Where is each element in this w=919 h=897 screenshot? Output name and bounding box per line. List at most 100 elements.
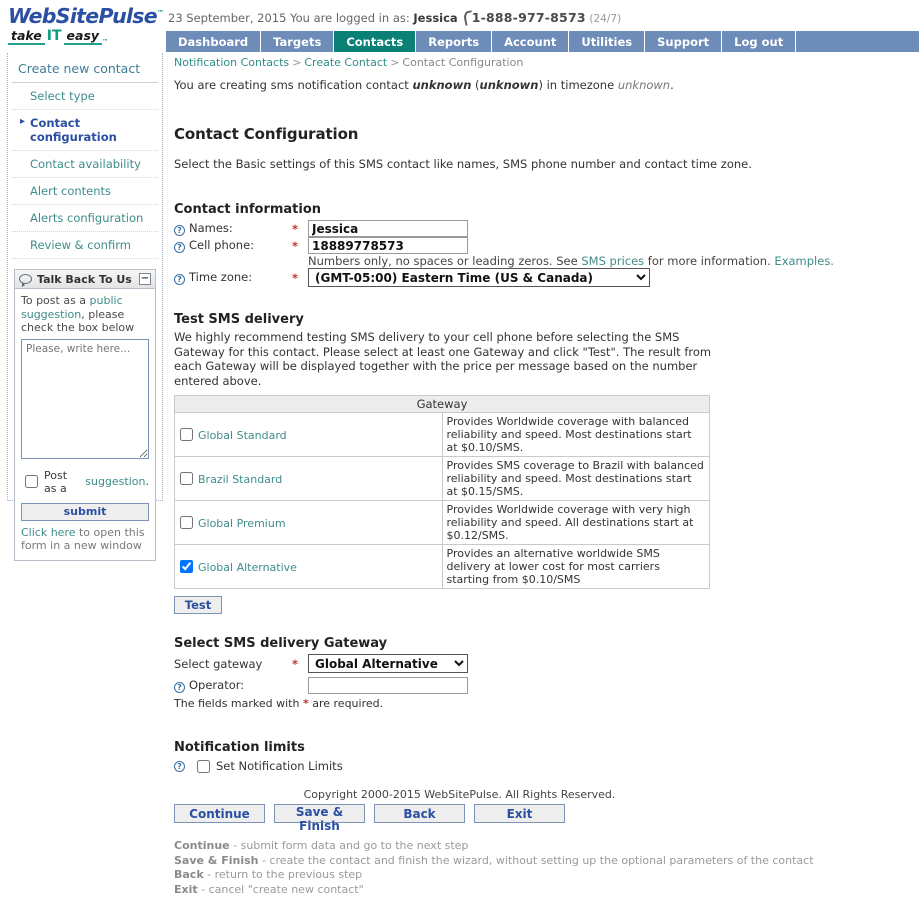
help-icon-names[interactable]: ? <box>174 225 185 236</box>
required-note-a: The fields marked with <box>174 697 303 710</box>
lead-part4: . <box>670 78 674 92</box>
tagline-it: IT <box>45 28 64 44</box>
page-title: Contact Configuration <box>174 125 914 143</box>
legend-term-continue: Continue <box>174 839 230 852</box>
set-notification-limits-label: Set Notification Limits <box>216 759 343 773</box>
post-as-suggestion-label: Post as a <box>44 469 82 495</box>
sidebar-step-select-type[interactable]: Select type <box>12 83 158 110</box>
breadcrumb-current: Contact Configuration <box>402 56 523 69</box>
talk-back-textarea[interactable] <box>21 339 149 459</box>
open-in-new-window-link[interactable]: Click here <box>21 526 76 539</box>
contact-information-form: ?Names: * ?Cell phone: * Numbers only, n… <box>174 220 834 287</box>
gateway-checkbox-global-premium[interactable] <box>180 516 193 529</box>
required-note-b: are required. <box>309 697 383 710</box>
gateway-name-global-alternative: Global Alternative <box>198 561 297 574</box>
brand-logo[interactable]: WebSitePulse™ takeITeasy™ <box>8 3 164 43</box>
notification-limits-heading: Notification limits <box>174 740 914 755</box>
header-session-info: 23 September, 2015 You are logged in as:… <box>168 10 621 25</box>
timezone-required-star: * <box>292 268 308 287</box>
set-notification-limits-checkbox[interactable] <box>197 760 210 773</box>
legend-term-exit: Exit <box>174 883 198 896</box>
names-input[interactable] <box>308 220 468 237</box>
gateway-name-global-premium: Global Premium <box>198 517 286 530</box>
suggestion-link[interactable]: suggestion <box>85 475 145 488</box>
legend-item: Back - return to the previous step <box>174 868 914 883</box>
gateway-checkbox-brazil-standard[interactable] <box>180 472 193 485</box>
timezone-label: Time zone: <box>189 270 252 284</box>
help-icon-cell-phone[interactable]: ? <box>174 242 185 253</box>
nav-item-account[interactable]: Account <box>492 31 569 52</box>
brand-name: WebSitePulse <box>8 4 157 28</box>
gateway-select[interactable]: Global Alternative <box>308 654 468 673</box>
speech-bubble-icon <box>19 274 32 284</box>
sidebar-step-alerts-configuration[interactable]: Alerts configuration <box>12 205 158 232</box>
talk-back-submit-button[interactable]: submit <box>21 503 149 521</box>
timezone-select[interactable]: (GMT-05:00) Eastern Time (US & Canada) <box>308 268 650 287</box>
names-label: Names: <box>189 221 233 235</box>
test-button[interactable]: Test <box>174 596 222 614</box>
tagline-easy: easy <box>64 28 103 45</box>
sidebar-step-contact-availability[interactable]: Contact availability <box>12 151 158 178</box>
wizard-button-row: Continue Save & Finish Back Exit <box>174 804 914 823</box>
operator-input[interactable] <box>308 677 468 694</box>
lead-part2: ( <box>471 78 479 92</box>
nav-item-utilities[interactable]: Utilities <box>569 31 645 52</box>
table-row: Global Premium Provides Worldwide covera… <box>175 501 710 545</box>
page-subtitle: Select the Basic settings of this SMS co… <box>174 157 914 171</box>
help-icon-operator[interactable]: ? <box>174 682 185 693</box>
talk-back-footer: Click here to open this form in a new wi… <box>21 526 149 553</box>
gateway-description-global-standard: Provides Worldwide coverage with balance… <box>442 413 710 457</box>
support-phone: 1-888-977-8573 <box>472 10 586 25</box>
nav-item-reports[interactable]: Reports <box>416 31 492 52</box>
legend-item: Save & Finish - create the contact and f… <box>174 854 914 869</box>
cell-phone-row: ?Cell phone: * <box>174 237 834 254</box>
notification-limits-row: ? Set Notification Limits <box>174 759 914 773</box>
operator-row: ?Operator: <box>174 673 468 694</box>
exit-button[interactable]: Exit <box>474 804 565 823</box>
contact-information-heading: Contact information <box>174 202 914 217</box>
nav-item-logout[interactable]: Log out <box>722 31 796 52</box>
help-icon-notification-limits[interactable]: ? <box>174 761 185 772</box>
back-button[interactable]: Back <box>374 804 465 823</box>
legend-item: Exit - cancel "create new contact" <box>174 883 914 897</box>
button-legend: Continue - submit form data and go to th… <box>174 839 914 897</box>
lead-contact-type: unknown <box>480 78 539 92</box>
select-gateway-row: Select gateway * Global Alternative <box>174 654 468 673</box>
collapse-icon[interactable]: − <box>139 273 151 285</box>
sidebar-step-contact-configuration[interactable]: Contact configuration <box>12 110 158 151</box>
cell-phone-label: Cell phone: <box>189 238 254 252</box>
table-row: Global Standard Provides Worldwide cover… <box>175 413 710 457</box>
breadcrumb-create-contact[interactable]: Create Contact <box>304 56 387 69</box>
post-as-suggestion-checkbox[interactable] <box>25 475 38 488</box>
sidebar-step-review-confirm[interactable]: Review & confirm <box>12 232 158 259</box>
sidebar-step-alert-contents[interactable]: Alert contents <box>12 178 158 205</box>
breadcrumb-notification-contacts[interactable]: Notification Contacts <box>174 56 289 69</box>
header-username: Jessica <box>413 11 457 25</box>
gateway-description-brazil-standard: Provides SMS coverage to Brazil with bal… <box>442 457 710 501</box>
gateway-checkbox-global-standard[interactable] <box>180 428 193 441</box>
legend-term-back: Back <box>174 868 204 881</box>
lead-part3: ) in timezone <box>538 78 617 92</box>
wizard-sidebar: Create new contact Select type Contact c… <box>7 53 163 501</box>
breadcrumb: Notification Contacts>Create Contact>Con… <box>174 56 523 69</box>
select-gateway-required-star: * <box>292 654 308 673</box>
nav-item-targets[interactable]: Targets <box>261 31 334 52</box>
gateway-name-global-standard: Global Standard <box>198 429 287 442</box>
cell-phone-input[interactable] <box>308 237 468 254</box>
nav-item-support[interactable]: Support <box>645 31 722 52</box>
help-icon-timezone[interactable]: ? <box>174 274 185 285</box>
header-date: 23 September, 2015 <box>168 11 286 25</box>
nav-item-contacts[interactable]: Contacts <box>334 31 416 52</box>
page-header: WebSitePulse™ takeITeasy™ 23 September, … <box>0 0 919 28</box>
continue-button[interactable]: Continue <box>174 804 265 823</box>
talk-back-title: Talk Back To Us <box>37 273 132 286</box>
save-and-finish-button[interactable]: Save & Finish <box>274 804 365 823</box>
sms-prices-link[interactable]: SMS prices <box>581 254 644 268</box>
gateway-checkbox-global-alternative[interactable] <box>180 560 193 573</box>
table-row: Brazil Standard Provides SMS coverage to… <box>175 457 710 501</box>
nav-item-dashboard[interactable]: Dashboard <box>165 31 261 52</box>
select-gateway-form: Select gateway * Global Alternative ?Ope… <box>174 654 468 694</box>
required-fields-note: The fields marked with * are required. <box>174 697 914 710</box>
examples-link[interactable]: Examples. <box>774 254 834 268</box>
tagline-take: take <box>8 28 45 45</box>
